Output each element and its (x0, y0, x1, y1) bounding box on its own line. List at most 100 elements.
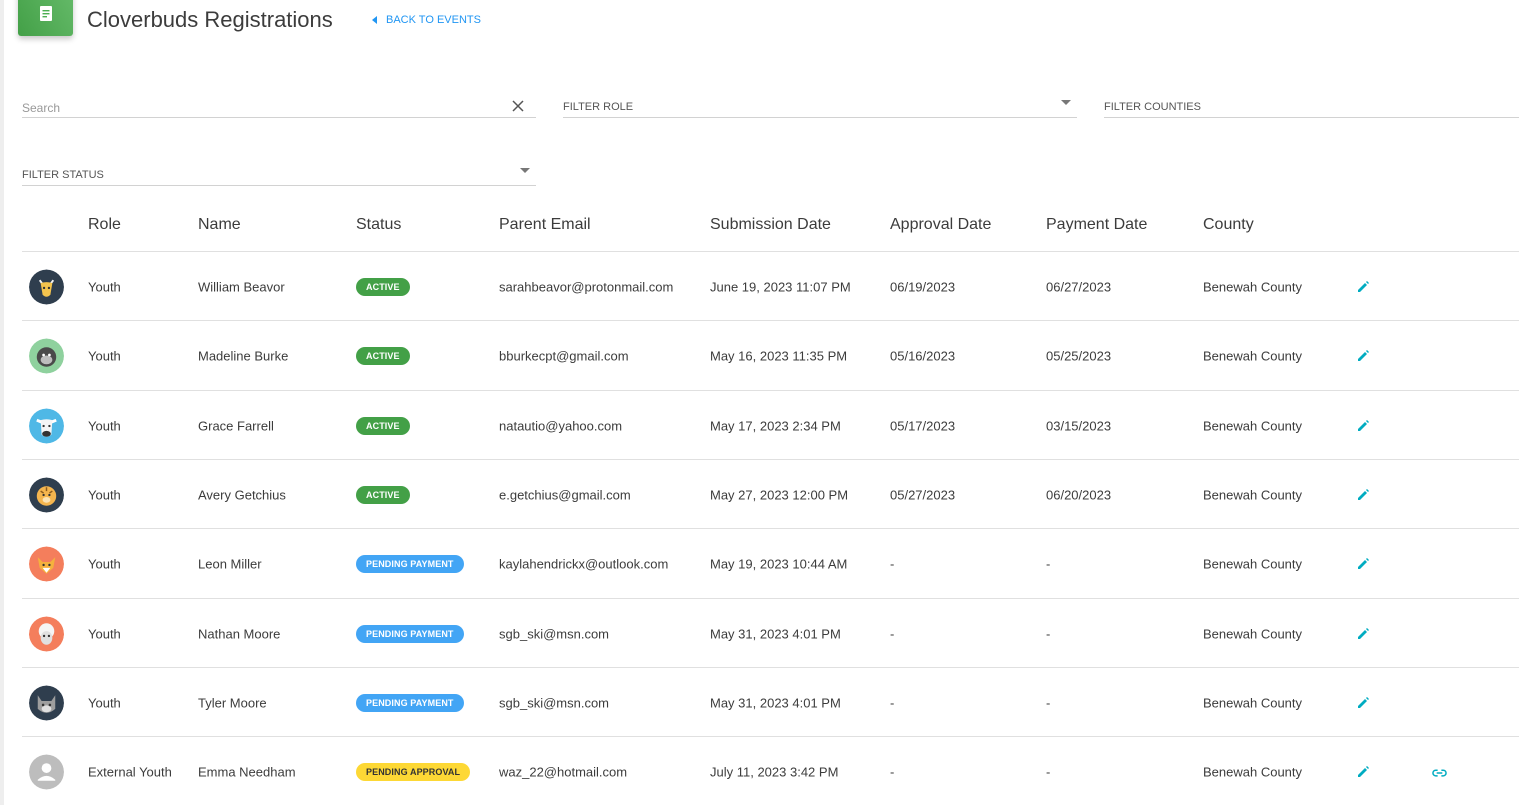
link-icon[interactable] (1432, 765, 1447, 779)
close-icon[interactable] (512, 100, 524, 112)
pencil-icon[interactable] (1356, 419, 1370, 433)
cell-payment-date: 06/20/2023 (1046, 487, 1112, 502)
table-row: Youth Madeline Burke bburkecpt@gmail.com Ma… (22, 321, 1519, 390)
column-header-payment-date[interactable]: Payment Date (1046, 216, 1147, 234)
pencil-icon[interactable] (1356, 627, 1370, 641)
cell-role: External Youth (88, 764, 172, 779)
cell-parent-email: kaylahendrickx@outlook.com (499, 556, 669, 571)
person-avatar-icon (29, 754, 64, 789)
cell-parent-email: e.getchius@gmail.com (499, 487, 631, 502)
fox-avatar-icon (29, 546, 64, 581)
cell-parent-email: sarahbeavor@protonmail.com (499, 279, 674, 294)
filter-role-label: FILTER ROLE (563, 101, 634, 113)
cell-name: Tyler Moore (198, 695, 267, 710)
status-badge: PENDING PAYMENT (356, 624, 464, 643)
cell-approval-date: 05/16/2023 (890, 348, 956, 363)
cell-name: Madeline Burke (198, 348, 289, 363)
cell-submission-date: May 16, 2023 11:35 PM (710, 348, 848, 363)
cell-parent-email: sgb_ski@msn.com (499, 695, 610, 710)
cell-submission-date: May 17, 2023 2:34 PM (710, 418, 841, 433)
goat-avatar-icon (29, 269, 64, 304)
status-badge: PENDING APPROVAL (356, 762, 471, 781)
cell-payment-date: - (1046, 626, 1051, 641)
back-to-events-link[interactable]: BACK TO EVENTS (372, 14, 481, 26)
cell-county: Benewah County (1203, 487, 1303, 502)
cell-parent-email: natautio@yahoo.com (499, 418, 623, 433)
pencil-icon[interactable] (1356, 696, 1370, 710)
header-icon-card (18, 0, 73, 36)
pencil-icon[interactable] (1356, 488, 1370, 502)
table-row: External Youth Emma Needham waz_22@hotmail… (22, 737, 1519, 806)
cell-name: Grace Farrell (198, 418, 274, 433)
cell-name: William Beavor (198, 279, 285, 294)
tiger-avatar-icon (29, 477, 64, 512)
table-row: Youth William Beavor sarahbeavor@protonmai… (22, 252, 1519, 321)
cell-submission-date: May 31, 2023 4:01 PM (710, 695, 841, 710)
cell-payment-date: - (1046, 764, 1051, 779)
filter-status-label: FILTER STATUS (22, 169, 104, 181)
cow-avatar-icon (29, 408, 64, 443)
cell-county: Benewah County (1203, 279, 1303, 294)
cell-parent-email: waz_22@hotmail.com (499, 764, 628, 779)
table-row: Youth Tyler Moore sgb_ski@msn.com May 31, 2… (22, 668, 1519, 737)
filter-counties-select[interactable]: FILTER COUNTIES (1104, 94, 1519, 118)
cell-county: Benewah County (1203, 764, 1303, 779)
column-header-role[interactable]: Role (88, 216, 121, 234)
chevron-down-icon (1061, 100, 1071, 105)
table-row: Youth Leon Miller kaylahendrickx@outlook.c… (22, 529, 1519, 598)
status-badge: ACTIVE (356, 346, 410, 365)
page-title: Cloverbuds Registrations (87, 7, 333, 32)
cell-role: Youth (88, 487, 121, 502)
cell-role: Youth (88, 279, 121, 294)
cell-county: Benewah County (1203, 556, 1303, 571)
cell-submission-date: June 19, 2023 11:07 PM (710, 279, 851, 294)
status-badge: ACTIVE (356, 485, 410, 504)
cell-name: Emma Needham (198, 764, 296, 779)
pencil-icon[interactable] (1356, 557, 1370, 571)
table-row: Youth Nathan Moore sgb_ski@msn.com May 31, … (22, 599, 1519, 668)
column-header-approval-date[interactable]: Approval Date (890, 216, 991, 234)
cell-county: Benewah County (1203, 695, 1303, 710)
filter-role-select[interactable]: FILTER ROLE (563, 94, 1077, 118)
cell-payment-date: 03/15/2023 (1046, 418, 1112, 433)
cell-county: Benewah County (1203, 348, 1303, 363)
cell-approval-date: - (890, 764, 895, 779)
cell-name: Avery Getchius (198, 487, 286, 502)
cell-role: Youth (88, 695, 121, 710)
cell-approval-date: - (890, 556, 895, 571)
chevron-down-icon (520, 168, 530, 173)
cell-approval-date: 05/27/2023 (890, 487, 956, 502)
column-header-status[interactable]: Status (356, 216, 401, 234)
cell-payment-date: - (1046, 556, 1051, 571)
cell-approval-date: 05/17/2023 (890, 418, 956, 433)
caret-left-icon (372, 16, 377, 24)
cell-name: Leon Miller (198, 556, 262, 571)
cell-county: Benewah County (1203, 418, 1303, 433)
cell-approval-date: - (890, 626, 895, 641)
cell-approval-date: - (890, 695, 895, 710)
column-header-submission-date[interactable]: Submission Date (710, 216, 831, 234)
cell-approval-date: 06/19/2023 (890, 279, 956, 294)
table-row: Youth Grace Farrell natautio@yahoo.com May … (22, 391, 1519, 460)
monkey-avatar-icon (29, 338, 64, 373)
cell-role: Youth (88, 348, 121, 363)
column-header-name[interactable]: Name (198, 216, 241, 234)
left-edge (0, 0, 4, 805)
pencil-icon[interactable] (1356, 349, 1370, 363)
cell-payment-date: 06/27/2023 (1046, 279, 1112, 294)
filter-status-select[interactable]: FILTER STATUS (22, 162, 536, 186)
column-header-parent-email[interactable]: Parent Email (499, 216, 591, 234)
status-badge: PENDING PAYMENT (356, 693, 464, 712)
pencil-icon[interactable] (1356, 765, 1370, 779)
status-badge: ACTIVE (356, 416, 410, 435)
column-header-county[interactable]: County (1203, 216, 1254, 234)
search-input[interactable] (22, 101, 492, 115)
filter-counties-label: FILTER COUNTIES (1104, 101, 1201, 113)
cell-payment-date: - (1046, 695, 1051, 710)
cell-role: Youth (88, 626, 121, 641)
cell-role: Youth (88, 418, 121, 433)
cell-county: Benewah County (1203, 626, 1303, 641)
cell-submission-date: May 19, 2023 10:44 AM (710, 556, 848, 571)
pencil-icon[interactable] (1356, 280, 1370, 294)
cell-parent-email: sgb_ski@msn.com (499, 626, 610, 641)
